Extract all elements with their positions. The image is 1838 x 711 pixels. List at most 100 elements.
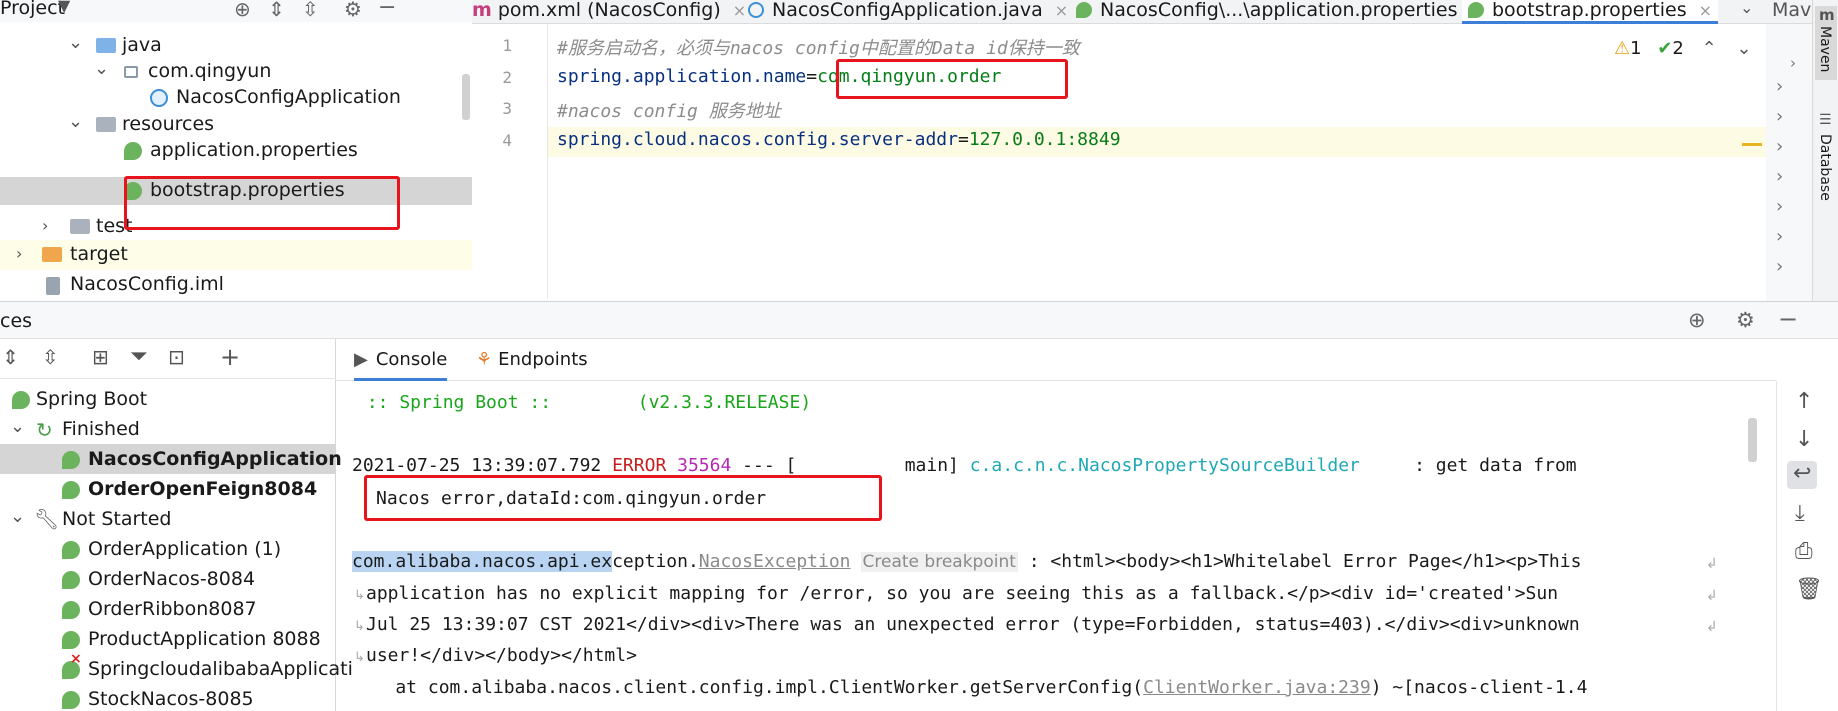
chevron-down-icon[interactable]: ⌄ — [68, 32, 83, 53]
gear-icon[interactable]: ⚙ — [344, 0, 362, 21]
tree-item-test[interactable]: › test — [0, 212, 472, 242]
chevron-up-icon[interactable]: ⌃ — [1702, 38, 1717, 59]
chevron-right-icon[interactable]: › — [1776, 136, 1783, 157]
service-springcloudalibaba[interactable]: × SpringcloudalibabaApplicati — [0, 651, 353, 684]
chevron-down-icon[interactable]: ⌄ — [1740, 0, 1753, 17]
service-group-not-started[interactable]: ⌄ 🔧︎ Not Started — [0, 504, 336, 534]
chevron-right-icon[interactable]: › — [1776, 256, 1783, 277]
chevron-down-icon[interactable]: ⌄ — [1736, 38, 1751, 59]
trash-icon[interactable]: 🗑︎ — [1795, 577, 1823, 602]
property-key: spring.application.name — [557, 66, 807, 87]
arrow-down-icon[interactable]: ↓ — [1795, 427, 1813, 452]
tab-console[interactable]: ▶ Console — [354, 339, 448, 381]
chevron-right-icon[interactable]: › — [1776, 226, 1783, 247]
exception-class-link[interactable]: NacosException — [699, 551, 851, 572]
minimize-icon[interactable]: − — [378, 0, 396, 20]
tab-pom-xml[interactable]: m pom.xml (NacosConfig) × — [472, 0, 746, 24]
service-order-open-feign[interactable]: OrderOpenFeign8084 — [0, 474, 336, 504]
soft-wrap-toggle-icon[interactable]: ↩ — [1787, 461, 1817, 489]
collapse-all-icon[interactable]: ⇳ — [302, 0, 319, 21]
log-line[interactable]: 2021-07-25 13:39:07.792 ERROR 35564 --- … — [352, 455, 1577, 476]
stack-trace-line[interactable]: at com.alibaba.nacos.client.config.impl.… — [352, 677, 1587, 698]
maven-tool-button[interactable]: m Maven — [1815, 6, 1837, 80]
exception-line[interactable]: com.alibaba.nacos.api.exception.NacosExc… — [352, 551, 1581, 572]
chevron-right-icon[interactable]: › — [1776, 76, 1783, 97]
service-group-finished[interactable]: ⌄ ↻ Finished — [0, 414, 336, 444]
service-stock-nacos[interactable]: StockNacos-8085 — [0, 684, 336, 711]
warning-stripe[interactable] — [1742, 143, 1762, 146]
spring-leaf-icon — [124, 182, 142, 200]
service-group-spring-boot[interactable]: Spring Boot — [0, 384, 336, 414]
folder-icon — [42, 247, 62, 262]
tab-java-class[interactable]: NacosConfigApplication.java × — [748, 0, 1068, 24]
chevron-right-icon[interactable]: › — [1776, 106, 1783, 127]
scrollbar[interactable] — [1748, 418, 1757, 462]
tree-item-label: test — [96, 215, 133, 237]
service-nacos-config-application[interactable]: NacosConfigApplication — [0, 444, 342, 474]
minimize-icon[interactable]: − — [1778, 305, 1798, 333]
code-line-1[interactable]: #服务启动名，必须与nacos config中配置的Data id保持一致 — [557, 34, 1080, 60]
tab-endpoints[interactable]: ⚘ Endpoints — [476, 349, 588, 370]
spring-boot-icon — [62, 691, 80, 709]
chevron-right-icon[interactable]: › — [42, 216, 48, 235]
tree-item-iml[interactable]: NacosConfig.iml — [0, 270, 472, 300]
code-line-2[interactable]: spring.application.name=com.qingyun.orde… — [557, 66, 1001, 87]
service-label: Spring Boot — [36, 388, 148, 410]
service-order-ribbon[interactable]: OrderRibbon8087 — [0, 594, 336, 624]
chevron-down-icon[interactable]: ⌄ — [10, 416, 25, 437]
expand-all-icon[interactable]: ⇕ — [2, 345, 19, 369]
exception-line[interactable]: Jul 25 13:39:07 CST 2021</div><div>There… — [366, 614, 1580, 635]
scroll-to-end-icon[interactable]: ⤓ — [1795, 501, 1805, 526]
collapse-all-icon[interactable]: ⇳ — [42, 345, 59, 369]
source-link[interactable]: ClientWorker.java:239 — [1143, 677, 1371, 698]
code-line-3[interactable]: #nacos config 服务地址 — [557, 97, 781, 123]
tab-maven-tool-window[interactable]: Mav — [1772, 0, 1811, 24]
chevron-right-icon[interactable]: › — [1776, 196, 1783, 217]
crosshair-icon[interactable]: ⊕ — [1688, 308, 1706, 332]
wrench-icon: 🔧︎ — [34, 507, 60, 531]
code-line-4[interactable]: spring.cloud.nacos.config.server-addr=12… — [557, 129, 1121, 150]
print-icon[interactable]: ⎙ — [1795, 539, 1813, 564]
tab-bootstrap-properties[interactable]: bootstrap.properties × — [1462, 0, 1719, 24]
line-number-gutter: 1 2 3 4 — [472, 24, 548, 299]
chevron-down-icon[interactable]: ⌄ — [68, 111, 83, 132]
chevron-right-icon[interactable]: › — [1790, 54, 1796, 72]
gear-icon[interactable]: ⚙ — [1736, 308, 1755, 332]
group-by-icon[interactable]: ⊞ — [92, 345, 109, 369]
line-number: 2 — [502, 68, 512, 87]
locate-icon[interactable]: ⊕ — [234, 0, 251, 21]
chevron-down-icon[interactable]: ⌄ — [10, 506, 25, 527]
close-icon[interactable]: × — [1055, 1, 1068, 20]
database-tool-button[interactable]: ☰ Database — [1815, 112, 1837, 212]
service-order-nacos[interactable]: OrderNacos-8084 — [0, 564, 336, 594]
tab-application-properties[interactable]: NacosConfig\...\application.properties× — [1076, 0, 1483, 24]
arrow-up-icon[interactable]: ↑ — [1795, 389, 1813, 414]
new-group-icon[interactable]: ⊡ — [168, 345, 185, 369]
close-icon[interactable]: × — [1699, 1, 1712, 20]
chevron-right-icon[interactable]: › — [16, 244, 22, 263]
chevron-down-icon[interactable]: ▼ — [58, 0, 70, 15]
inspection-widget[interactable]: ⚠1 ✔2 ⌃ ⌄ — [1614, 38, 1752, 59]
stack-frame-suffix: ) ~[nacos-client-1.4 — [1370, 677, 1588, 698]
tree-item-class[interactable]: NacosConfigApplication — [0, 83, 472, 113]
expand-all-icon[interactable]: ⇕ — [268, 0, 285, 21]
service-product-application[interactable]: ProductApplication 8088 — [0, 624, 336, 654]
filter-icon[interactable]: ⏷ — [130, 344, 148, 369]
log-continuation[interactable]: Nacos error,dataId:com.qingyun.order — [376, 488, 766, 509]
exception-line[interactable]: user!</div></body></html> — [366, 645, 637, 666]
exception-text: ception. — [612, 551, 699, 572]
tree-item-application-properties[interactable]: application.properties — [0, 136, 472, 166]
tree-item-target[interactable]: › target — [0, 240, 472, 270]
create-breakpoint-hint[interactable]: Create breakpoint — [860, 552, 1018, 572]
project-panel-title[interactable]: Project — [0, 0, 65, 19]
add-service-icon[interactable]: + — [220, 343, 240, 371]
chevron-down-icon[interactable]: ⌄ — [94, 58, 109, 79]
exception-line[interactable]: application has no explicit mapping for … — [366, 583, 1558, 604]
chevron-right-icon[interactable]: › — [1776, 166, 1783, 187]
close-icon[interactable]: × — [733, 1, 746, 20]
tree-item-bootstrap-properties[interactable]: bootstrap.properties — [0, 177, 472, 205]
line-number: 3 — [502, 99, 512, 118]
scrollbar[interactable] — [462, 74, 470, 120]
console-toolbar: ↑ ↓ ↩ ⤓ ⎙ 🗑︎ — [1776, 381, 1838, 711]
service-order-application[interactable]: OrderApplication (1) — [0, 534, 336, 564]
